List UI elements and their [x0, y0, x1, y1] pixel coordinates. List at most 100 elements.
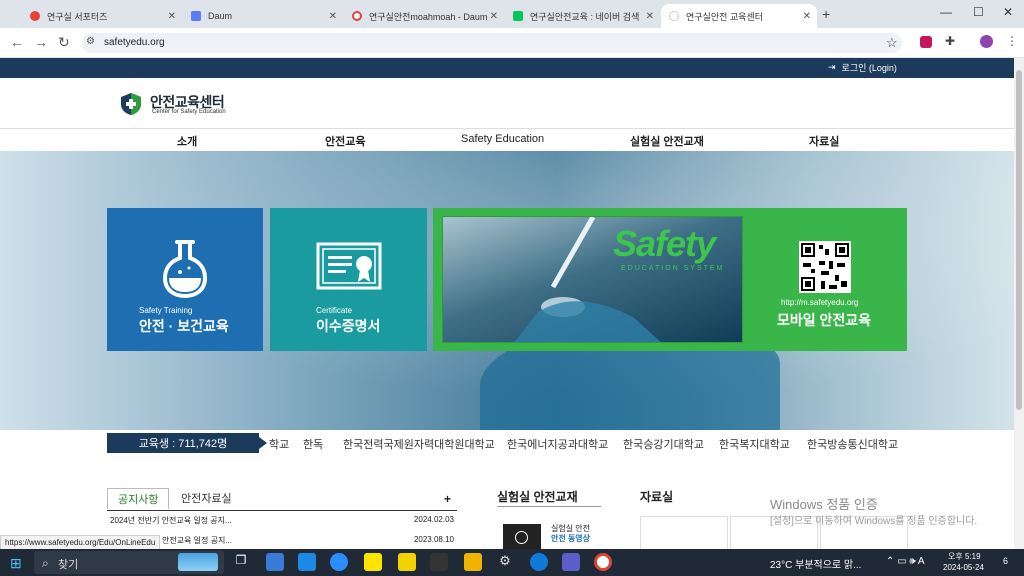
reload-icon[interactable]: ↻: [58, 34, 70, 51]
maximize-icon[interactable]: ☐: [973, 5, 984, 19]
windows-store-icon[interactable]: [266, 553, 284, 571]
favicon-icon: [30, 11, 40, 21]
tab-notice[interactable]: 공지사항: [107, 488, 170, 509]
system-tray[interactable]: ⌃ ▭ 🕪 A: [886, 556, 925, 567]
edu-item-line2[interactable]: 안전 동영상: [551, 533, 590, 544]
search-highlight-icon[interactable]: [178, 553, 218, 571]
start-windows-icon[interactable]: ⊞: [10, 555, 22, 572]
tab-1[interactable]: 연구실 서포터즈 ✕: [22, 4, 182, 28]
tab-safety-data[interactable]: 안전자료실: [171, 488, 242, 508]
tab-title: 연구실안전교육 : 네이버 검색: [530, 11, 640, 22]
section-lab-materials-title[interactable]: 실험실 안전교재: [497, 488, 578, 505]
nav-about[interactable]: 소개: [177, 133, 197, 149]
flask-icon: [163, 240, 207, 298]
menu-icon[interactable]: ⋮: [1006, 34, 1018, 48]
zoom-icon[interactable]: [330, 553, 348, 571]
notice-date: 2024.02.03: [413, 515, 454, 524]
kakaotalk-icon[interactable]: [364, 553, 382, 571]
nav-safety-education-en[interactable]: Safety Education: [461, 133, 544, 145]
safety-title: Safety: [613, 223, 716, 264]
forward-icon[interactable]: →: [34, 34, 48, 50]
url-text[interactable]: safetyedu.org: [104, 37, 165, 48]
new-tab-button[interactable]: +: [822, 6, 830, 22]
ticker-item[interactable]: 한독: [303, 436, 323, 452]
activation-watermark-title: Windows 정품 인증: [770, 497, 878, 512]
notice-title[interactable]: 2024년 전반기 안전교육 일정 공지...: [110, 516, 232, 525]
mobile-label: 모바일 안전교육: [777, 312, 872, 328]
ticker-item[interactable]: 한국방송통신대학교: [807, 436, 898, 452]
address-bar[interactable]: [82, 33, 902, 53]
logo-shield-icon[interactable]: [120, 92, 142, 116]
sticky-notes-icon[interactable]: [398, 553, 416, 571]
favicon-icon: [352, 11, 362, 21]
notice-row[interactable]: 안전교육 일정 공지... 2023.08.10: [110, 535, 454, 546]
close-icon[interactable]: ✕: [168, 11, 176, 22]
nav-lab-materials[interactable]: 실험실 안전교재: [630, 133, 704, 149]
tab-4[interactable]: 연구실안전교육 : 네이버 검색 ✕: [505, 4, 660, 28]
close-icon[interactable]: ✕: [803, 11, 811, 22]
profile-avatar[interactable]: [980, 35, 993, 48]
site-info-icon[interactable]: ⚙: [86, 36, 95, 47]
close-icon[interactable]: ✕: [490, 11, 498, 22]
tile-certificate[interactable]: Certificate 이수증명서: [270, 208, 427, 351]
section-archive-title[interactable]: 자료실: [640, 488, 673, 505]
close-icon[interactable]: ✕: [646, 11, 654, 22]
ticker-item[interactable]: 학교: [269, 436, 289, 452]
task-view-icon[interactable]: ❐: [232, 553, 250, 571]
notice-more-button[interactable]: +: [444, 492, 451, 506]
ticker-item[interactable]: 한국승강기대학교: [623, 436, 704, 452]
tab-title: Daum: [208, 11, 233, 21]
bookmark-star-icon[interactable]: ☆: [886, 35, 898, 51]
tab-2[interactable]: Daum ✕: [183, 4, 343, 28]
notice-title[interactable]: 안전교육 일정 공지...: [162, 536, 232, 545]
ticker-item[interactable]: 한국복지대학교: [719, 436, 790, 452]
clock-time[interactable]: 오후 5:19: [948, 551, 981, 562]
edge-icon[interactable]: [530, 553, 548, 571]
ticker-arrow: [259, 437, 267, 449]
section-divider: [497, 506, 601, 507]
close-window-icon[interactable]: ✕: [1003, 5, 1013, 19]
main-navigation: 소개 안전교육 Safety Education 실험실 안전교재 자료실: [0, 128, 1014, 153]
play-icon[interactable]: [515, 531, 528, 544]
certificate-icon: [316, 242, 382, 290]
file-explorer-icon[interactable]: [464, 553, 482, 571]
login-link[interactable]: ⇥ 로그인 (Login): [828, 61, 897, 74]
trainee-count: 교육생 : 711,742명: [107, 433, 259, 453]
tab-5-active[interactable]: 연구실안전 교육센터 ✕: [661, 4, 817, 28]
nav-archive[interactable]: 자료실: [809, 133, 839, 149]
settings-gear-icon[interactable]: ⚙: [496, 553, 514, 571]
close-icon[interactable]: ✕: [329, 11, 337, 22]
app-f-icon[interactable]: [430, 553, 448, 571]
mobile-url: http://m.safetyedu.org: [781, 298, 859, 307]
clock-date[interactable]: 2024-05-24: [943, 563, 984, 572]
ime-indicator[interactable]: A: [918, 556, 925, 567]
back-icon[interactable]: ←: [10, 34, 24, 50]
minimize-icon[interactable]: —: [940, 5, 952, 19]
pipette-photo: Safety EDUCATION SYSTEM: [442, 216, 743, 343]
weather-widget[interactable]: 23°C 부분적으로 맑...: [770, 556, 861, 571]
login-label: 로그인 (Login): [841, 63, 897, 73]
tile-en-label: Safety Training: [139, 306, 193, 315]
archive-card[interactable]: [640, 516, 728, 553]
tab-title: 연구실 서포터즈: [47, 11, 108, 22]
notice-date: 2023.08.10: [413, 535, 454, 544]
tile-mobile-safety-education[interactable]: Safety EDUCATION SYSTEM http://m.safetye…: [433, 208, 907, 351]
university-ticker: 교육생 : 711,742명 학교 한독 한국전력국제원자력대학원대학교 한국에…: [107, 433, 907, 453]
app-icon[interactable]: [562, 553, 580, 571]
notice-row[interactable]: 2024년 전반기 안전교육 일정 공지... 2024.02.03: [110, 515, 454, 526]
tile-ko-label: 안전 · 보건교육: [139, 318, 229, 334]
extension-icon[interactable]: [920, 36, 932, 48]
notification-badge[interactable]: 6: [1003, 556, 1008, 566]
nav-safety-education-ko[interactable]: 안전교육: [325, 133, 365, 149]
ticker-item[interactable]: 한국전력국제원자력대학원대학교: [343, 436, 495, 452]
search-icon: ⌕: [42, 556, 49, 570]
chrome-icon[interactable]: [594, 553, 612, 571]
mail-icon[interactable]: [298, 553, 316, 571]
tile-safety-training[interactable]: Safety Training 안전 · 보건교육: [107, 208, 263, 351]
ticker-item[interactable]: 한국에너지공과대학교: [507, 436, 608, 452]
scrollbar-thumb[interactable]: [1016, 70, 1022, 410]
tile-en-label: Certificate: [316, 306, 353, 315]
extensions-puzzle-icon[interactable]: ✚: [945, 34, 955, 48]
tab-3[interactable]: 연구실안전moahmoah - Daum ✕: [344, 4, 504, 28]
qr-code-icon: [799, 241, 851, 293]
